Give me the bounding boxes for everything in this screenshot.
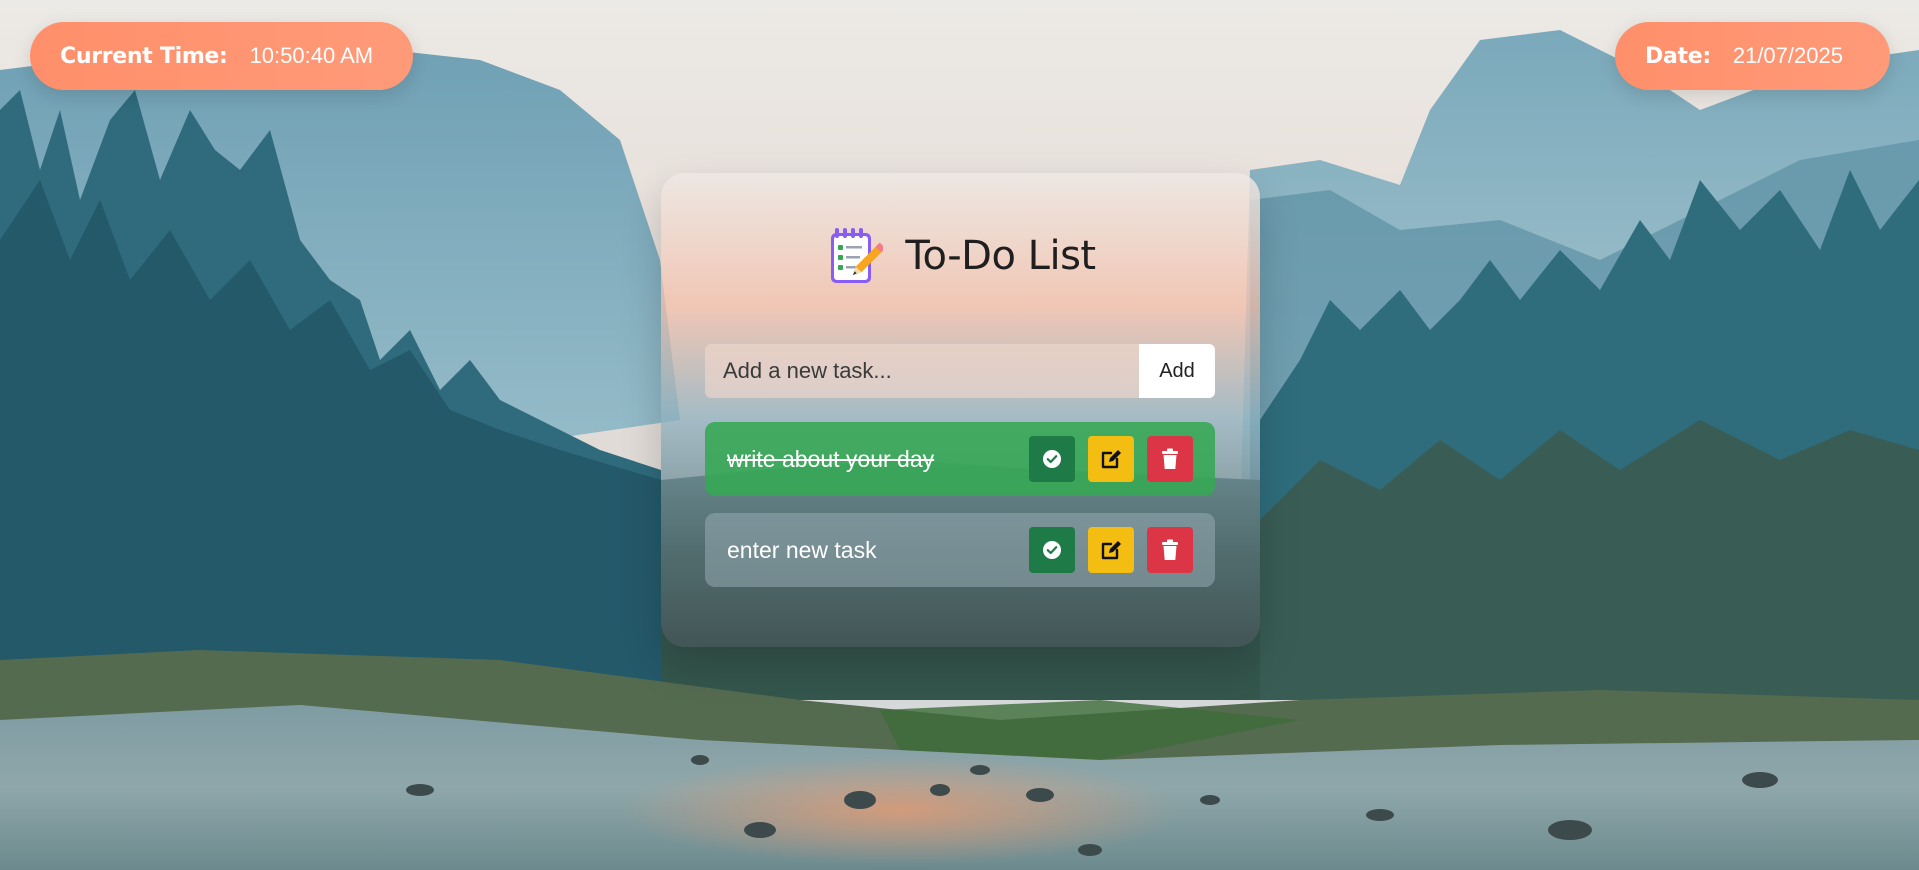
current-time-label: Current Time:: [60, 43, 228, 69]
edit-icon: [1101, 541, 1121, 560]
complete-task-button[interactable]: [1029, 527, 1075, 573]
trash-icon: [1162, 448, 1178, 469]
check-circle-icon: [1043, 541, 1061, 559]
edit-icon: [1101, 450, 1121, 469]
date-value: 21/07/2025: [1732, 43, 1843, 68]
delete-task-button[interactable]: [1147, 436, 1193, 482]
todo-card: To-Do List Add write about your day: [661, 173, 1260, 647]
app-title: To-Do List: [905, 233, 1096, 279]
app-root: Current Time: 10:50:40 AM Date: 21/07/20…: [0, 0, 1919, 870]
task-text: enter new task: [727, 536, 877, 563]
date-badge: Date: 21/07/2025: [1615, 22, 1890, 90]
task-item: enter new task: [705, 513, 1215, 587]
new-task-form: Add: [705, 344, 1215, 398]
date-label: Date:: [1645, 43, 1711, 69]
add-task-button[interactable]: Add: [1139, 344, 1215, 398]
edit-task-button[interactable]: [1088, 436, 1134, 482]
todo-header: To-Do List: [661, 225, 1260, 287]
delete-task-button[interactable]: [1147, 527, 1193, 573]
notepad-icon: [831, 228, 884, 283]
edit-task-button[interactable]: [1088, 527, 1134, 573]
task-text: write about your day: [727, 445, 935, 472]
check-circle-icon: [1043, 450, 1061, 468]
trash-icon: [1162, 539, 1178, 560]
current-time-badge: Current Time: 10:50:40 AM: [30, 22, 413, 90]
task-item: write about your day: [705, 422, 1215, 496]
new-task-input[interactable]: [705, 344, 1139, 398]
current-time-value: 10:50:40 AM: [249, 43, 374, 68]
complete-task-button[interactable]: [1029, 436, 1075, 482]
